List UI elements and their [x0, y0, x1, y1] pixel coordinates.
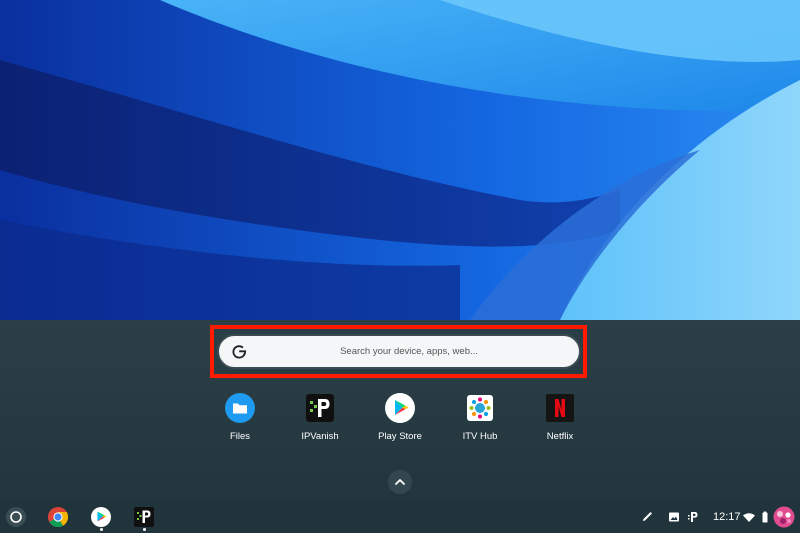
- app-netflix[interactable]: Netflix: [524, 392, 594, 448]
- play-store-icon: [91, 507, 111, 527]
- app-ipvanish[interactable]: IPVanish: [284, 392, 354, 448]
- play-store-icon: [385, 393, 415, 423]
- launcher-button[interactable]: [4, 505, 28, 529]
- app-itv-hub[interactable]: ITV Hub: [444, 392, 514, 448]
- ipvanish-tray-icon[interactable]: [686, 510, 700, 524]
- app-label: Files: [229, 431, 251, 442]
- shelf-app-play-store[interactable]: [89, 505, 113, 529]
- battery-icon[interactable]: [758, 510, 772, 524]
- stylus-icon[interactable]: [640, 510, 654, 524]
- files-folder-icon: [225, 393, 255, 423]
- app-label: IPVanish: [301, 431, 339, 442]
- chevron-up-icon: [395, 479, 405, 485]
- ipvanish-icon: [134, 507, 154, 527]
- launcher-circle-icon: [6, 507, 26, 527]
- netflix-icon: [546, 394, 574, 422]
- screenshot-icon[interactable]: [667, 510, 681, 524]
- chrome-icon: [48, 507, 69, 528]
- app-label: ITV Hub: [462, 431, 498, 442]
- chromeos-desktop: Files IPVanish Play Store: [0, 0, 800, 533]
- shelf-app-chrome[interactable]: [46, 505, 70, 529]
- expand-launcher-button[interactable]: [388, 470, 412, 494]
- app-files[interactable]: Files: [204, 392, 274, 448]
- shelf-app-ipvanish[interactable]: [132, 505, 156, 529]
- wifi-icon[interactable]: [742, 510, 756, 524]
- ipvanish-icon: [306, 394, 334, 422]
- search-highlight-box: [210, 325, 587, 378]
- running-indicator: [100, 528, 103, 531]
- itv-hub-icon: [467, 395, 493, 421]
- app-label: Play Store: [378, 431, 422, 442]
- clock[interactable]: 12:17: [713, 510, 741, 524]
- app-label: Netflix: [546, 431, 574, 442]
- avatar[interactable]: [773, 506, 795, 528]
- app-play-store[interactable]: Play Store: [364, 392, 434, 448]
- running-indicator: [143, 528, 146, 531]
